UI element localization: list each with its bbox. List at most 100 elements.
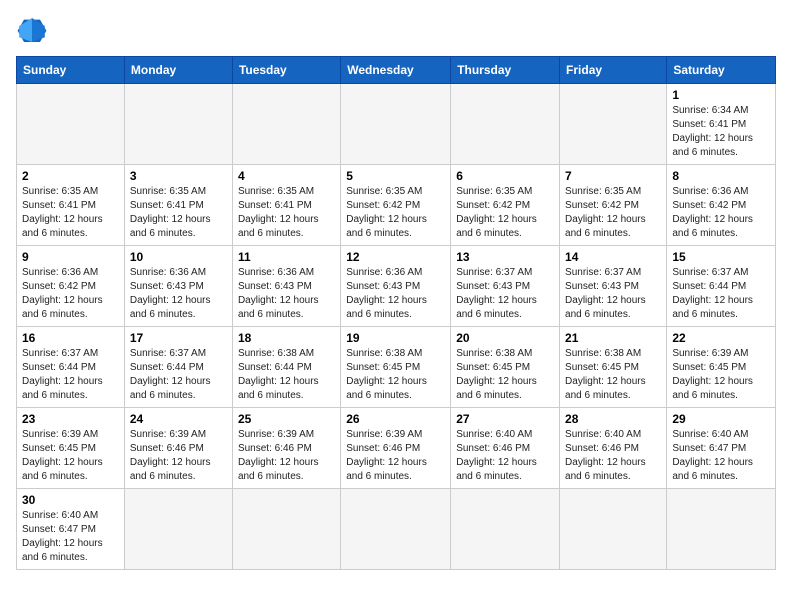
col-header-wednesday: Wednesday bbox=[341, 57, 451, 84]
calendar-cell bbox=[124, 489, 232, 570]
calendar-cell bbox=[341, 84, 451, 165]
calendar-cell: 25 Sunrise: 6:39 AM Sunset: 6:46 PM Dayli… bbox=[232, 408, 340, 489]
calendar-table: SundayMondayTuesdayWednesdayThursdayFrid… bbox=[16, 56, 776, 570]
calendar-cell: 9 Sunrise: 6:36 AM Sunset: 6:42 PM Daylig… bbox=[17, 246, 125, 327]
calendar-cell: 26 Sunrise: 6:39 AM Sunset: 6:46 PM Dayli… bbox=[341, 408, 451, 489]
day-number: 10 bbox=[130, 250, 227, 264]
calendar-cell: 11Sunrise: 6:36 AM Sunset: 6:43 PM Dayli… bbox=[232, 246, 340, 327]
day-number: 8 bbox=[672, 169, 770, 183]
calendar-cell: 12Sunrise: 6:36 AM Sunset: 6:43 PM Dayli… bbox=[341, 246, 451, 327]
calendar-cell: 10 Sunrise: 6:36 AM Sunset: 6:43 PM Dayli… bbox=[124, 246, 232, 327]
day-info: Sunrise: 6:35 AM Sunset: 6:41 PM Dayligh… bbox=[238, 185, 335, 241]
week-row: 30Sunrise: 6:40 AM Sunset: 6:47 PM Dayli… bbox=[17, 489, 776, 570]
calendar-cell: 22Sunrise: 6:39 AM Sunset: 6:45 PM Dayli… bbox=[667, 327, 776, 408]
day-info: Sunrise: 6:35 AM Sunset: 6:42 PM Dayligh… bbox=[456, 185, 554, 241]
day-info: Sunrise: 6:35 AM Sunset: 6:42 PM Dayligh… bbox=[565, 185, 661, 241]
calendar-cell: 18 Sunrise: 6:38 AM Sunset: 6:44 PM Dayli… bbox=[232, 327, 340, 408]
day-info: Sunrise: 6:37 AM Sunset: 6:44 PM Dayligh… bbox=[22, 347, 119, 403]
week-row: 9 Sunrise: 6:36 AM Sunset: 6:42 PM Daylig… bbox=[17, 246, 776, 327]
calendar-cell: 2Sunrise: 6:35 AM Sunset: 6:41 PM Daylig… bbox=[17, 165, 125, 246]
day-number: 3 bbox=[130, 169, 227, 183]
calendar-cell: 21 Sunrise: 6:38 AM Sunset: 6:45 PM Dayli… bbox=[560, 327, 667, 408]
week-row: 23 Sunrise: 6:39 AM Sunset: 6:45 PM Dayli… bbox=[17, 408, 776, 489]
calendar-cell: 23 Sunrise: 6:39 AM Sunset: 6:45 PM Dayli… bbox=[17, 408, 125, 489]
day-number: 18 bbox=[238, 331, 335, 345]
page-header bbox=[16, 16, 776, 44]
day-number: 9 bbox=[22, 250, 119, 264]
day-info: Sunrise: 6:39 AM Sunset: 6:46 PM Dayligh… bbox=[130, 428, 227, 484]
calendar-cell: 8Sunrise: 6:36 AM Sunset: 6:42 PM Daylig… bbox=[667, 165, 776, 246]
day-number: 1 bbox=[672, 88, 770, 102]
day-info: Sunrise: 6:40 AM Sunset: 6:47 PM Dayligh… bbox=[672, 428, 770, 484]
calendar-cell: 1Sunrise: 6:34 AM Sunset: 6:41 PM Daylig… bbox=[667, 84, 776, 165]
calendar-cell bbox=[124, 84, 232, 165]
col-header-friday: Friday bbox=[560, 57, 667, 84]
day-info: Sunrise: 6:35 AM Sunset: 6:41 PM Dayligh… bbox=[130, 185, 227, 241]
calendar-cell: 24 Sunrise: 6:39 AM Sunset: 6:46 PM Dayli… bbox=[124, 408, 232, 489]
day-info: Sunrise: 6:38 AM Sunset: 6:44 PM Dayligh… bbox=[238, 347, 335, 403]
day-info: Sunrise: 6:36 AM Sunset: 6:42 PM Dayligh… bbox=[22, 266, 119, 322]
day-number: 29 bbox=[672, 412, 770, 426]
day-number: 12 bbox=[346, 250, 445, 264]
calendar-cell bbox=[17, 84, 125, 165]
day-info: Sunrise: 6:37 AM Sunset: 6:43 PM Dayligh… bbox=[456, 266, 554, 322]
calendar-cell: 7 Sunrise: 6:35 AM Sunset: 6:42 PM Daylig… bbox=[560, 165, 667, 246]
col-header-saturday: Saturday bbox=[667, 57, 776, 84]
calendar-cell: 15 Sunrise: 6:37 AM Sunset: 6:44 PM Dayli… bbox=[667, 246, 776, 327]
day-info: Sunrise: 6:37 AM Sunset: 6:44 PM Dayligh… bbox=[672, 266, 770, 322]
day-info: Sunrise: 6:40 AM Sunset: 6:46 PM Dayligh… bbox=[565, 428, 661, 484]
day-info: Sunrise: 6:38 AM Sunset: 6:45 PM Dayligh… bbox=[346, 347, 445, 403]
calendar-cell: 17 Sunrise: 6:37 AM Sunset: 6:44 PM Dayli… bbox=[124, 327, 232, 408]
day-number: 27 bbox=[456, 412, 554, 426]
day-info: Sunrise: 6:39 AM Sunset: 6:46 PM Dayligh… bbox=[346, 428, 445, 484]
day-number: 23 bbox=[22, 412, 119, 426]
day-number: 24 bbox=[130, 412, 227, 426]
logo-icon bbox=[16, 16, 48, 44]
day-number: 19 bbox=[346, 331, 445, 345]
day-info: Sunrise: 6:35 AM Sunset: 6:42 PM Dayligh… bbox=[346, 185, 445, 241]
day-info: Sunrise: 6:39 AM Sunset: 6:45 PM Dayligh… bbox=[22, 428, 119, 484]
day-number: 5 bbox=[346, 169, 445, 183]
day-number: 6 bbox=[456, 169, 554, 183]
day-info: Sunrise: 6:39 AM Sunset: 6:46 PM Dayligh… bbox=[238, 428, 335, 484]
calendar-cell bbox=[232, 84, 340, 165]
calendar-cell bbox=[560, 489, 667, 570]
logo bbox=[16, 16, 52, 44]
calendar-cell: 16 Sunrise: 6:37 AM Sunset: 6:44 PM Dayli… bbox=[17, 327, 125, 408]
day-number: 21 bbox=[565, 331, 661, 345]
week-row: 1Sunrise: 6:34 AM Sunset: 6:41 PM Daylig… bbox=[17, 84, 776, 165]
day-info: Sunrise: 6:38 AM Sunset: 6:45 PM Dayligh… bbox=[565, 347, 661, 403]
calendar-cell bbox=[232, 489, 340, 570]
week-row: 16 Sunrise: 6:37 AM Sunset: 6:44 PM Dayli… bbox=[17, 327, 776, 408]
calendar-cell: 28Sunrise: 6:40 AM Sunset: 6:46 PM Dayli… bbox=[560, 408, 667, 489]
day-number: 25 bbox=[238, 412, 335, 426]
day-info: Sunrise: 6:40 AM Sunset: 6:47 PM Dayligh… bbox=[22, 509, 119, 565]
calendar-cell: 14Sunrise: 6:37 AM Sunset: 6:43 PM Dayli… bbox=[560, 246, 667, 327]
day-number: 14 bbox=[565, 250, 661, 264]
day-info: Sunrise: 6:35 AM Sunset: 6:41 PM Dayligh… bbox=[22, 185, 119, 241]
calendar-cell: 19 Sunrise: 6:38 AM Sunset: 6:45 PM Dayli… bbox=[341, 327, 451, 408]
day-number: 16 bbox=[22, 331, 119, 345]
day-number: 13 bbox=[456, 250, 554, 264]
calendar-cell bbox=[560, 84, 667, 165]
day-number: 26 bbox=[346, 412, 445, 426]
col-header-thursday: Thursday bbox=[451, 57, 560, 84]
calendar-cell: 20 Sunrise: 6:38 AM Sunset: 6:45 PM Dayli… bbox=[451, 327, 560, 408]
calendar-cell bbox=[341, 489, 451, 570]
calendar-cell: 27 Sunrise: 6:40 AM Sunset: 6:46 PM Dayli… bbox=[451, 408, 560, 489]
calendar-cell bbox=[667, 489, 776, 570]
day-number: 20 bbox=[456, 331, 554, 345]
day-info: Sunrise: 6:39 AM Sunset: 6:45 PM Dayligh… bbox=[672, 347, 770, 403]
day-info: Sunrise: 6:38 AM Sunset: 6:45 PM Dayligh… bbox=[456, 347, 554, 403]
col-header-sunday: Sunday bbox=[17, 57, 125, 84]
day-info: Sunrise: 6:40 AM Sunset: 6:46 PM Dayligh… bbox=[456, 428, 554, 484]
col-header-tuesday: Tuesday bbox=[232, 57, 340, 84]
calendar-cell bbox=[451, 84, 560, 165]
day-number: 15 bbox=[672, 250, 770, 264]
day-number: 11 bbox=[238, 250, 335, 264]
day-number: 17 bbox=[130, 331, 227, 345]
day-number: 7 bbox=[565, 169, 661, 183]
day-info: Sunrise: 6:37 AM Sunset: 6:44 PM Dayligh… bbox=[130, 347, 227, 403]
calendar-cell: 29 Sunrise: 6:40 AM Sunset: 6:47 PM Dayli… bbox=[667, 408, 776, 489]
day-info: Sunrise: 6:36 AM Sunset: 6:43 PM Dayligh… bbox=[130, 266, 227, 322]
